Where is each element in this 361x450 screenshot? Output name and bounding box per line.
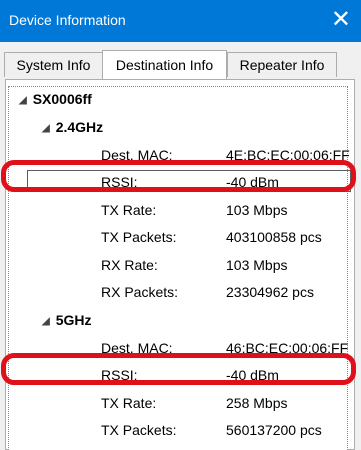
expand-triangle-icon[interactable]: ◢ <box>19 90 27 112</box>
row-value: 103 Mbps <box>226 257 288 273</box>
row-key: TX Packets: <box>101 422 177 438</box>
tree-row-tx-packets[interactable]: TX Packets: 403100858 pcs <box>9 226 347 248</box>
device-name: SX0006ff <box>32 91 92 107</box>
row-value: 23304962 pcs <box>226 284 314 300</box>
tab-repeater-info[interactable]: Repeater Info <box>227 52 337 77</box>
tree-node-device[interactable]: ◢ SX0006ff <box>19 88 92 110</box>
row-value: 103 Mbps <box>226 202 288 218</box>
device-tree[interactable]: ◢ SX0006ff ◢ 2.4GHz Dest. MAC: 4E:BC:EC:00… <box>8 86 351 450</box>
row-value: 258 Mbps <box>226 395 288 411</box>
tree-node-band-5ghz[interactable]: ◢ 5GHz <box>42 309 92 331</box>
rssi-highlight-annotation <box>1 160 356 192</box>
tab-system-info[interactable]: System Info <box>4 52 103 77</box>
row-value: 560137200 pcs <box>226 422 322 438</box>
row-key: RX Rate: <box>101 257 158 273</box>
tab-strip: System Info Destination Info Repeater In… <box>0 42 361 80</box>
rssi-highlight-annotation <box>1 353 356 385</box>
tab-destination-info[interactable]: Destination Info <box>102 50 227 79</box>
tree-row-tx-packets[interactable]: TX Packets: 560137200 pcs <box>9 419 347 441</box>
window-title: Device Information <box>9 12 126 28</box>
tree-row-tx-rate[interactable]: TX Rate: 258 Mbps <box>9 392 347 414</box>
expand-triangle-icon[interactable]: ◢ <box>42 118 50 140</box>
expand-triangle-icon[interactable]: ◢ <box>42 311 50 333</box>
tree-row-rx-rate[interactable]: RX Rate: 103 Mbps <box>9 254 347 276</box>
row-key: TX Rate: <box>101 202 157 218</box>
row-value: 403100858 pcs <box>226 229 322 245</box>
tree-row-tx-rate[interactable]: TX Rate: 103 Mbps <box>9 199 347 221</box>
tree-row-rx-packets[interactable]: RX Packets: 23304962 pcs <box>9 281 347 303</box>
close-icon[interactable]: ✕ <box>331 8 351 32</box>
row-key: TX Packets: <box>101 229 177 245</box>
band-name: 2.4GHz <box>55 119 104 135</box>
band-name: 5GHz <box>55 312 92 328</box>
row-key: RX Packets: <box>101 284 179 300</box>
title-bar: Device Information ✕ <box>0 0 361 42</box>
tree-node-band-2-4ghz[interactable]: ◢ 2.4GHz <box>42 116 103 138</box>
row-key: TX Rate: <box>101 395 157 411</box>
